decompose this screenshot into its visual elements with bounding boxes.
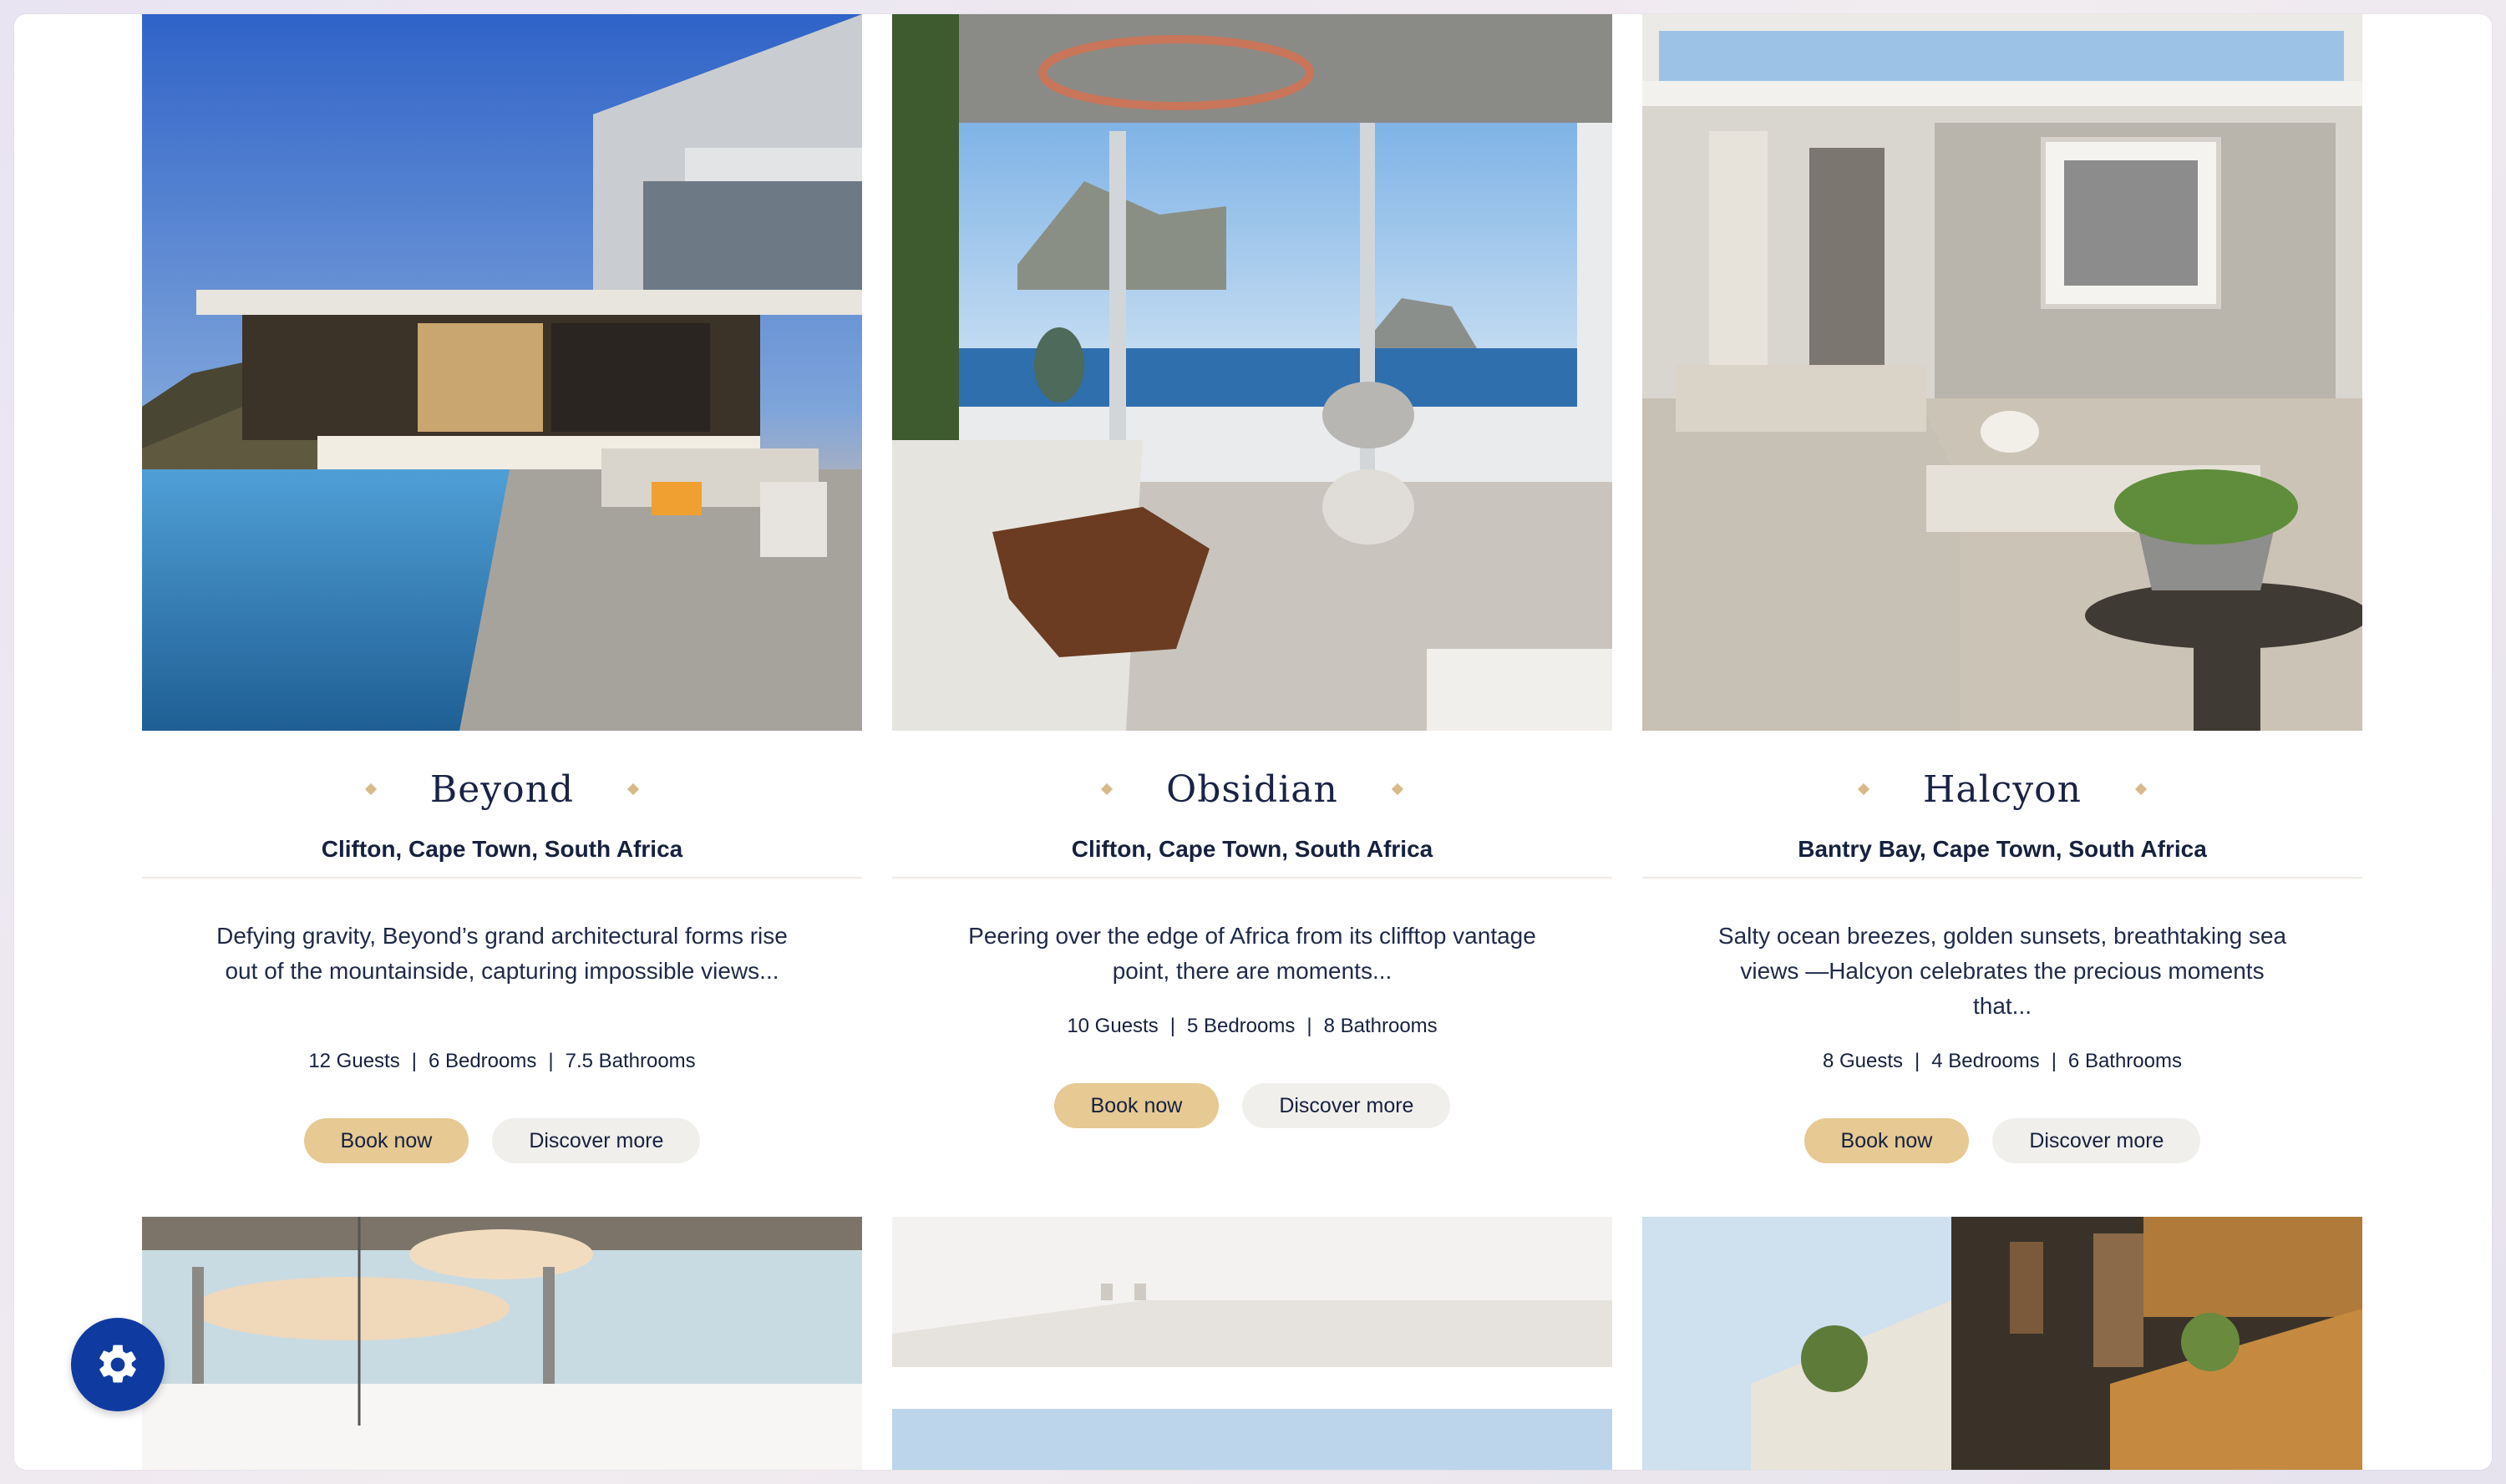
- page-frame: Beyond Clifton, Cape Town, South Africa …: [14, 14, 2492, 1470]
- property-image-halcyon[interactable]: [1642, 14, 2362, 731]
- book-now-button[interactable]: Book now: [1803, 1118, 1970, 1163]
- property-location: Bantry Bay, Cape Town, South Africa: [1798, 836, 2207, 862]
- property-image-row2-2[interactable]: [892, 1217, 1612, 1470]
- title-row: Halcyon: [1642, 764, 2362, 814]
- stat-separator: |: [411, 1050, 417, 1072]
- settings-button[interactable]: [71, 1318, 165, 1411]
- property-title: Halcyon: [1922, 767, 2082, 811]
- diamond-ornament-icon: [1857, 783, 1870, 796]
- property-location: Clifton, Cape Town, South Africa: [321, 836, 683, 862]
- guests-count: 12 Guests: [308, 1050, 400, 1072]
- property-description: Defying gravity, Beyond’s grand architec…: [216, 923, 788, 984]
- book-now-button[interactable]: Book now: [1053, 1083, 1220, 1128]
- property-location: Clifton, Cape Town, South Africa: [1071, 836, 1433, 862]
- diamond-ornament-icon: [364, 783, 377, 796]
- action-buttons: Book now Discover more: [892, 1083, 1612, 1128]
- divider: [1642, 877, 2362, 879]
- discover-more-button[interactable]: Discover more: [1242, 1083, 1451, 1128]
- divider: [892, 877, 1612, 879]
- property-image-obsidian[interactable]: [892, 14, 1612, 731]
- property-stats: 10 Guests | 5 Bedrooms | 8 Bathrooms: [892, 1015, 1612, 1038]
- bedrooms-count: 6 Bedrooms: [428, 1050, 537, 1072]
- property-title: Obsidian: [1166, 767, 1338, 811]
- bathrooms-count: 7.5 Bathrooms: [565, 1050, 696, 1072]
- property-image-row2-1[interactable]: [142, 1217, 862, 1470]
- discover-more-button[interactable]: Discover more: [1992, 1118, 2201, 1163]
- stat-separator: |: [1306, 1015, 1312, 1037]
- bathrooms-count: 8 Bathrooms: [1323, 1015, 1438, 1037]
- guests-count: 10 Guests: [1067, 1015, 1159, 1037]
- property-stats: 8 Guests | 4 Bedrooms | 6 Bathrooms: [1642, 1050, 2362, 1073]
- stat-separator: |: [1169, 1015, 1175, 1037]
- discover-more-button[interactable]: Discover more: [492, 1118, 701, 1163]
- diamond-ornament-icon: [627, 783, 640, 796]
- diamond-ornament-icon: [1101, 783, 1113, 796]
- property-image-beyond[interactable]: [142, 14, 862, 731]
- property-title: Beyond: [429, 767, 575, 811]
- property-description: Peering over the edge of Africa from its…: [968, 923, 1536, 984]
- divider: [142, 877, 862, 879]
- action-buttons: Book now Discover more: [1642, 1118, 2362, 1163]
- stat-separator: |: [548, 1050, 554, 1072]
- gear-icon: [99, 1345, 136, 1383]
- property-image-row2-3[interactable]: [1642, 1217, 2362, 1470]
- property-description: Salty ocean breezes, golden sunsets, bre…: [1717, 923, 2287, 1019]
- stat-separator: |: [1915, 1050, 1920, 1072]
- title-row: Obsidian: [892, 764, 1612, 814]
- diamond-ornament-icon: [2134, 783, 2148, 796]
- stat-separator: |: [2051, 1050, 2057, 1072]
- title-row: Beyond: [142, 764, 862, 814]
- bedrooms-count: 5 Bedrooms: [1186, 1015, 1296, 1037]
- property-stats: 12 Guests | 6 Bedrooms | 7.5 Bathrooms: [142, 1050, 862, 1073]
- book-now-button[interactable]: Book now: [303, 1118, 469, 1163]
- bedrooms-count: 4 Bedrooms: [1931, 1050, 2040, 1072]
- action-buttons: Book now Discover more: [142, 1118, 862, 1163]
- guests-count: 8 Guests: [1823, 1050, 1904, 1072]
- bathrooms-count: 6 Bathrooms: [2067, 1050, 2182, 1072]
- diamond-ornament-icon: [1391, 783, 1403, 796]
